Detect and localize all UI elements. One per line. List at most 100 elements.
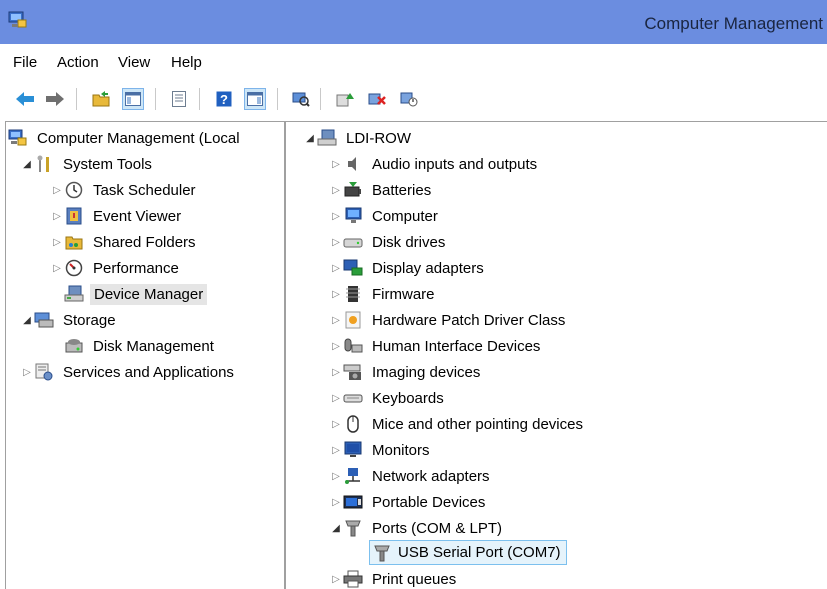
collapsed-arrow-icon[interactable]: ▷ (329, 341, 343, 352)
forward-arrow-icon[interactable] (44, 88, 66, 110)
device-category-mice[interactable]: ▷ Mice and other pointing devices (329, 412, 586, 436)
device-category-hardware-patch-driver-class[interactable]: ▷ Hardware Patch Driver Class (329, 308, 568, 332)
event-viewer-icon (64, 207, 84, 225)
collapsed-arrow-icon[interactable]: ▷ (329, 185, 343, 196)
device-label: USB Serial Port (COM7) (398, 544, 561, 561)
collapsed-arrow-icon[interactable]: ▷ (20, 367, 34, 378)
menu-action[interactable]: Action (57, 54, 99, 71)
menu-help[interactable]: Help (171, 54, 202, 71)
collapsed-arrow-icon[interactable]: ▷ (329, 497, 343, 508)
title-bar: Computer Management (0, 0, 827, 44)
update-driver-icon[interactable] (334, 88, 356, 110)
device-category-monitors[interactable]: ▷ Monitors (329, 438, 433, 462)
tree-item-device-manager[interactable]: Device Manager (64, 282, 208, 306)
expanded-arrow-icon[interactable]: ◢ (20, 159, 34, 170)
collapsed-arrow-icon[interactable]: ▷ (329, 237, 343, 248)
device-category-disk-drives[interactable]: ▷ Disk drives (329, 230, 448, 254)
collapsed-arrow-icon[interactable]: ▷ (50, 185, 64, 196)
show-hide-action-pane-icon[interactable] (244, 88, 266, 110)
collapsed-arrow-icon[interactable]: ▷ (329, 289, 343, 300)
device-category-label: Portable Devices (372, 493, 486, 511)
toolbar-separator (320, 88, 321, 110)
device-category-label: Network adapters (372, 467, 490, 485)
keyboard-icon (343, 389, 363, 407)
tree-item-computer-management[interactable]: Computer Management (Local (8, 126, 243, 150)
disable-device-icon[interactable] (398, 88, 420, 110)
device-category-batteries[interactable]: ▷ Batteries (329, 178, 434, 202)
tree-item-performance[interactable]: ▷ Performance (50, 256, 182, 280)
tree-item-label: Device Manager (90, 283, 208, 305)
device-category-keyboards[interactable]: ▷ Keyboards (329, 386, 447, 410)
menu-file[interactable]: File (13, 54, 37, 71)
window-title: Computer Management (644, 14, 823, 33)
device-category-ports[interactable]: ◢ Ports (COM & LPT) (329, 516, 505, 540)
device-category-label: Batteries (372, 181, 432, 199)
clock-icon (64, 181, 84, 199)
computer-management-app-icon[interactable] (8, 11, 28, 29)
back-arrow-icon[interactable] (14, 88, 36, 110)
device-category-display-adapters[interactable]: ▷ Display adapters (329, 256, 487, 280)
collapsed-arrow-icon[interactable]: ▷ (50, 211, 64, 222)
device-category-network-adapters[interactable]: ▷ Network adapters (329, 464, 493, 488)
device-category-firmware[interactable]: ▷ Firmware (329, 282, 438, 306)
monitor-icon (343, 441, 363, 459)
collapsed-arrow-icon[interactable]: ▷ (329, 315, 343, 326)
collapsed-arrow-icon[interactable]: ▷ (329, 263, 343, 274)
device-root-label: LDI-ROW (346, 129, 411, 147)
expanded-arrow-icon[interactable]: ◢ (329, 523, 343, 534)
patch-driver-icon (343, 311, 363, 329)
collapsed-arrow-icon[interactable]: ▷ (329, 445, 343, 456)
tree-item-label: Storage (63, 311, 116, 329)
toolbar-separator (155, 88, 156, 110)
collapsed-arrow-icon[interactable]: ▷ (329, 367, 343, 378)
device-category-human-interface-devices[interactable]: ▷ Human Interface Devices (329, 334, 543, 358)
up-folder-icon[interactable] (90, 88, 112, 110)
tree-item-task-scheduler[interactable]: ▷ Task Scheduler (50, 178, 199, 202)
collapsed-arrow-icon[interactable]: ▷ (329, 419, 343, 430)
device-root-ldi-row[interactable]: ◢ LDI-ROW (303, 126, 414, 150)
device-category-label: Monitors (372, 441, 430, 459)
collapsed-arrow-icon[interactable]: ▷ (329, 159, 343, 170)
collapsed-arrow-icon[interactable]: ▷ (50, 237, 64, 248)
menu-bar: File Action View Help (0, 51, 827, 77)
mouse-icon (343, 415, 363, 433)
collapsed-arrow-icon[interactable]: ▷ (50, 263, 64, 274)
disk-management-icon (64, 337, 84, 355)
device-category-portable-devices[interactable]: ▷ Portable Devices (329, 490, 488, 514)
storage-icon (34, 311, 54, 329)
device-category-audio[interactable]: ▷ Audio inputs and outputs (329, 152, 540, 176)
help-icon[interactable]: ? (213, 88, 235, 110)
performance-icon (64, 259, 84, 277)
collapsed-arrow-icon[interactable]: ▷ (329, 471, 343, 482)
camera-icon (343, 363, 363, 381)
scan-hardware-icon[interactable] (290, 88, 312, 110)
toolbar-separator (199, 88, 200, 110)
properties-icon[interactable] (168, 88, 190, 110)
menu-view[interactable]: View (118, 54, 150, 71)
tree-item-disk-management[interactable]: Disk Management (64, 334, 217, 358)
show-hide-console-tree-icon[interactable] (122, 88, 144, 110)
tree-item-event-viewer[interactable]: ▷ Event Viewer (50, 204, 184, 228)
tree-item-services-and-applications[interactable]: ▷ Services and Applications (20, 360, 237, 384)
tree-item-storage[interactable]: ◢ Storage (20, 308, 119, 332)
tree-item-label: Computer Management (Local (37, 129, 240, 147)
tree-item-label: Task Scheduler (93, 181, 196, 199)
collapsed-arrow-icon[interactable]: ▷ (329, 574, 343, 585)
tree-item-shared-folders[interactable]: ▷ Shared Folders (50, 230, 199, 254)
pane-splitter[interactable] (284, 122, 286, 589)
collapsed-arrow-icon[interactable]: ▷ (329, 211, 343, 222)
device-category-imaging-devices[interactable]: ▷ Imaging devices (329, 360, 483, 384)
device-usb-serial-port[interactable]: USB Serial Port (COM7) (369, 540, 567, 565)
device-category-computer[interactable]: ▷ Computer (329, 204, 441, 228)
expanded-arrow-icon[interactable]: ◢ (303, 133, 317, 144)
collapsed-arrow-icon[interactable]: ▷ (329, 393, 343, 404)
toolbar-separator (76, 88, 77, 110)
toolbar-separator (277, 88, 278, 110)
svg-text:?: ? (220, 92, 228, 107)
device-manager-icon (64, 285, 84, 303)
tree-item-system-tools[interactable]: ◢ System Tools (20, 152, 155, 176)
expanded-arrow-icon[interactable]: ◢ (20, 315, 34, 326)
services-icon (34, 363, 54, 381)
uninstall-device-icon[interactable] (366, 88, 388, 110)
device-category-print-queues[interactable]: ▷ Print queues (329, 567, 459, 589)
